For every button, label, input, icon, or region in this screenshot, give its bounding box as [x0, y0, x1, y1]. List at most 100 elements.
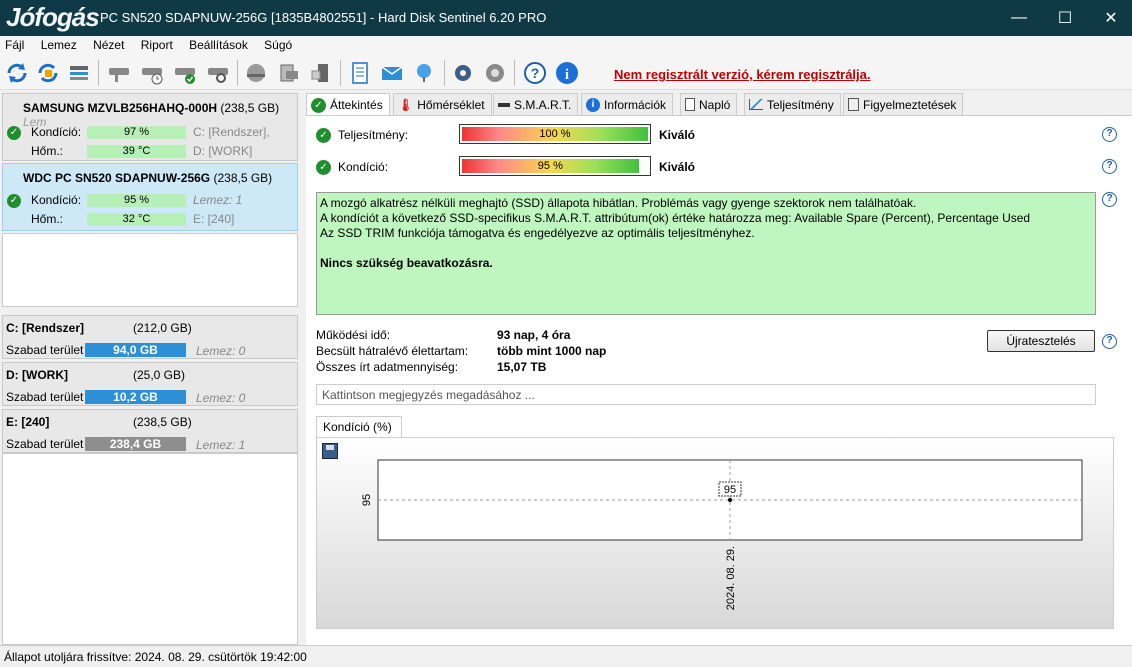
note-input[interactable]: Kattintson megjegyzés megadásához ...: [316, 384, 1096, 405]
lifetime-label: Becsült hátralévő élettartam:: [316, 344, 469, 358]
tab-log[interactable]: Napló: [680, 93, 738, 115]
performance-rating: Kiváló: [659, 128, 696, 142]
temp-bar: 39 °C: [87, 145, 186, 158]
network-icon[interactable]: [410, 59, 438, 87]
ok-check-icon: ✓: [311, 97, 326, 113]
disk-schedule-icon[interactable]: [138, 59, 166, 87]
svg-text:i: i: [565, 67, 569, 83]
tab-label: Napló: [699, 97, 731, 112]
menu-report[interactable]: Riport: [141, 36, 173, 54]
disk-ok-icon[interactable]: [171, 59, 199, 87]
svg-text:?: ?: [531, 65, 540, 81]
settings-icon[interactable]: [449, 59, 477, 87]
disk-item-wdc[interactable]: WDC PC SN520 SDAPNUW-256G (238,5 GB) ✓ K…: [2, 163, 298, 231]
disk-panel-icon[interactable]: [65, 59, 93, 87]
condition-chart: 95 95 2024. 08. 29.: [361, 459, 1083, 610]
tab-temperature[interactable]: 🌡 Hőmérséklet: [393, 93, 492, 115]
title-bar: Jófogás PC SN520 SDAPNUW-256G [1835B4802…: [0, 0, 1132, 36]
menu-settings[interactable]: Beállítások: [189, 36, 248, 54]
tab-label: Információk: [604, 97, 667, 112]
watermark-logo: Jófogás: [6, 2, 100, 32]
partition-size: (238,5 GB): [133, 415, 192, 429]
menu-bar: Fájl Lemez Nézet Riport Beállítások Súgó: [0, 36, 1132, 56]
mail-icon[interactable]: [378, 59, 406, 87]
disk-search-icon[interactable]: [204, 59, 232, 87]
help-icon[interactable]: ?: [521, 59, 549, 87]
close-button[interactable]: ✕: [1088, 0, 1132, 36]
register-link[interactable]: Nem regisztrált verzió, kérem regisztrál…: [614, 67, 871, 82]
free-space-bar: 94,0 GB: [85, 343, 186, 357]
tab-smart[interactable]: S.M.A.R.T.: [493, 93, 579, 115]
tab-label: Teljesítmény: [767, 97, 834, 112]
window-title: PC SN520 SDAPNUW-256G [1835B4802551] - H…: [100, 10, 547, 25]
help-icon[interactable]: ?: [1102, 127, 1117, 142]
recommendation-text: Nincs szükség beavatkozásra.: [320, 256, 493, 270]
volume-label: C: [Rendszer],: [193, 125, 270, 139]
maximize-button[interactable]: ☐: [1042, 0, 1088, 36]
free-space-label: Szabad terület: [6, 437, 84, 451]
toolbar: ? i Nem regisztrált verzió, kérem regisz…: [0, 56, 1132, 90]
partition-size: (212,0 GB): [133, 321, 192, 335]
disk-test-icon[interactable]: [105, 59, 133, 87]
disk-index-label: Lemez: 0: [196, 344, 246, 358]
lifetime-value: több mint 1000 nap: [497, 344, 607, 358]
partition-c[interactable]: C: [Rendszer] (212,0 GB) Szabad terület …: [2, 315, 298, 359]
partition-e[interactable]: E: [240] (238,5 GB) Szabad terület 238,4…: [2, 409, 298, 453]
condition-bar: 95 %: [87, 194, 186, 207]
performance-label: Teljesítmény:: [338, 128, 409, 142]
menu-disk[interactable]: Lemez: [41, 36, 77, 54]
info-line: Az SSD TRIM funkciója támogatva és enged…: [320, 226, 755, 240]
disk-index-label: Lemez: 1: [196, 438, 246, 452]
refresh-icon[interactable]: [3, 59, 31, 87]
drive-info-icon[interactable]: [274, 59, 302, 87]
condition-label: Kondíció:: [338, 160, 389, 174]
chart-tab-condition[interactable]: Kondíció (%): [316, 416, 402, 437]
temp-label: Hőm.:: [31, 212, 64, 226]
data-point: [728, 498, 732, 502]
chart-icon: [749, 99, 763, 110]
refresh-all-icon[interactable]: [34, 59, 62, 87]
disk-list-empty: [2, 233, 298, 307]
tab-alerts[interactable]: Figyelmeztetések: [843, 93, 964, 115]
tab-performance[interactable]: Teljesítmény: [744, 93, 841, 115]
help-icon[interactable]: ?: [1102, 192, 1117, 207]
alerts-icon: [848, 98, 859, 111]
disk-index-label: Lemez: 1: [193, 193, 243, 207]
retest-button[interactable]: Újratesztelés: [987, 330, 1095, 352]
uptime-value: 93 nap, 4 óra: [497, 328, 571, 342]
info-icon: i: [586, 97, 600, 112]
left-panel: SAMSUNG MZVLB256HAHQ-000H (238,5 GB) Lem…: [0, 91, 300, 645]
ok-check-icon: ✓: [7, 194, 21, 208]
tab-overview[interactable]: ✓ Áttekintés: [306, 93, 390, 116]
menu-view[interactable]: Nézet: [93, 36, 124, 54]
tab-label: Figyelmeztetések: [863, 97, 957, 112]
external-drive-icon[interactable]: [306, 59, 334, 87]
volume-label: D: [WORK]: [193, 144, 253, 158]
condition-chart-area: 95 95 2024. 08. 29.: [316, 437, 1114, 629]
partition-d[interactable]: D: [WORK] (25,0 GB) Szabad terület 10,2 …: [2, 362, 298, 406]
tab-label: S.M.A.R.T.: [514, 97, 572, 112]
menu-help[interactable]: Súgó: [264, 36, 292, 54]
disk-index-label: Lemez: 0: [196, 391, 246, 405]
report-icon[interactable]: [346, 59, 374, 87]
partition-name: D: [WORK]: [6, 368, 68, 382]
tab-info[interactable]: i Információk: [581, 93, 674, 115]
partition-list-empty: [2, 453, 298, 645]
condition-rating: Kiváló: [659, 160, 696, 174]
partition-name: C: [Rendszer]: [6, 321, 85, 335]
info-icon[interactable]: i: [553, 59, 581, 87]
speaker-icon[interactable]: [481, 59, 509, 87]
uptime-label: Működési idő:: [316, 328, 391, 342]
help-icon[interactable]: ?: [1102, 334, 1117, 349]
sound-disk-icon[interactable]: [242, 59, 270, 87]
condition-gauge: 95 %: [459, 156, 651, 176]
menu-file[interactable]: Fájl: [5, 36, 24, 54]
tab-label: Áttekintés: [330, 98, 383, 112]
minimize-button[interactable]: —: [996, 0, 1042, 36]
free-space-label: Szabad terület: [6, 390, 84, 404]
disk-item-samsung[interactable]: SAMSUNG MZVLB256HAHQ-000H (238,5 GB) Lem…: [2, 93, 298, 161]
free-space-bar: 10,2 GB: [85, 390, 186, 404]
y-tick-label: 95: [361, 494, 373, 506]
document-icon: [685, 98, 695, 111]
help-icon[interactable]: ?: [1102, 159, 1117, 174]
